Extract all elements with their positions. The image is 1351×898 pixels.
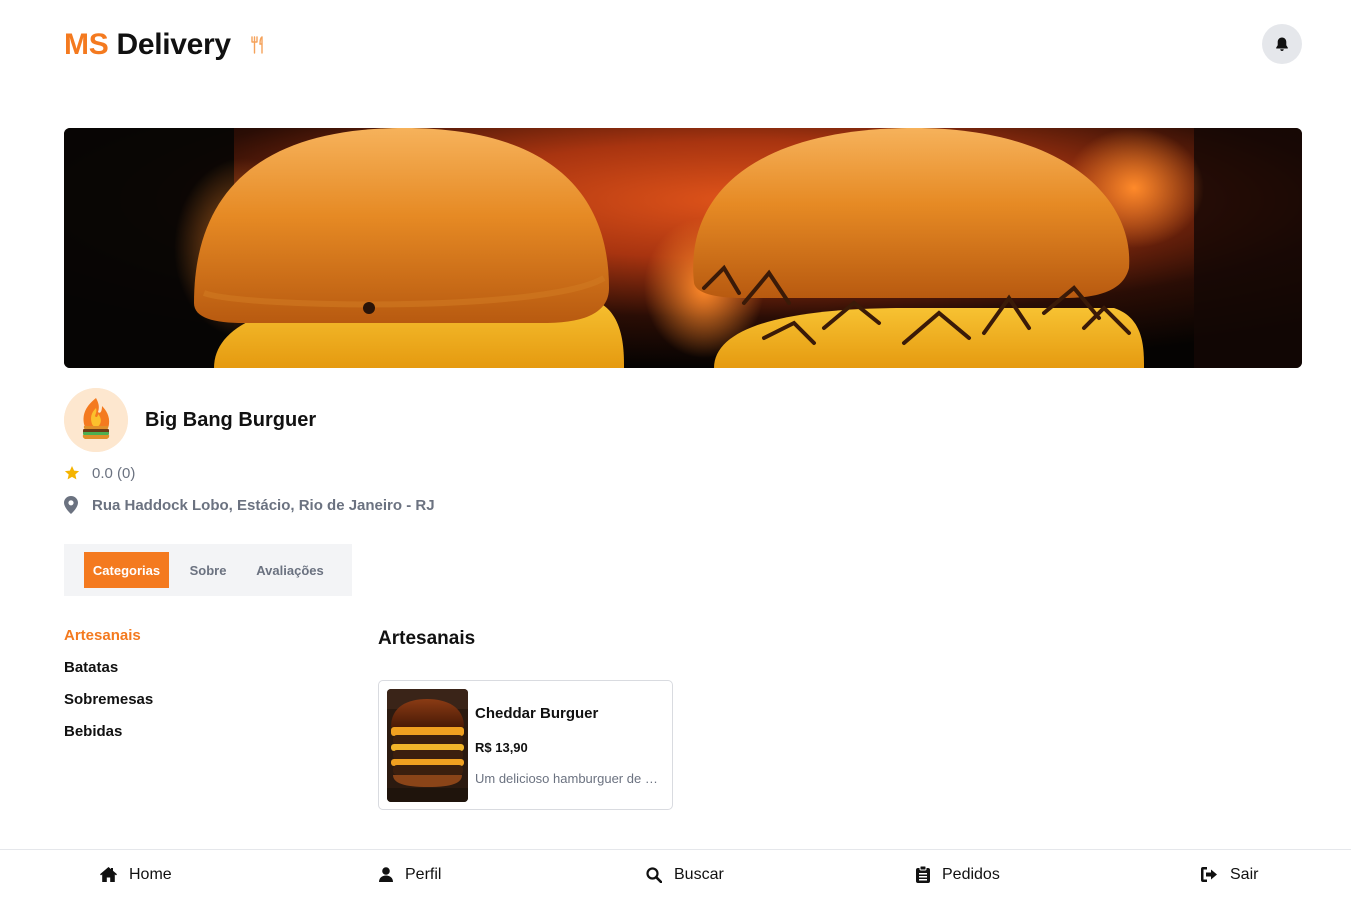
- nav-perfil[interactable]: Perfil: [379, 850, 441, 898]
- bell-icon: [1276, 37, 1288, 51]
- rating-value: 0.0 (0): [92, 464, 136, 482]
- nav-home[interactable]: Home: [100, 850, 172, 898]
- category-list: Artesanais Batatas Sobremesas Bebidas: [64, 627, 153, 755]
- sign-out-icon: [1201, 867, 1217, 882]
- product-price: R$ 13,90: [475, 740, 528, 755]
- brand-logo[interactable]: MS Delivery: [64, 28, 231, 62]
- star-icon: [64, 466, 80, 480]
- user-icon: [379, 867, 393, 882]
- nav-sair[interactable]: Sair: [1201, 850, 1258, 898]
- nav-pedidos[interactable]: Pedidos: [916, 850, 1000, 898]
- tab-avaliacoes[interactable]: Avaliações: [247, 552, 333, 588]
- product-name: Cheddar Burguer: [475, 705, 599, 722]
- section-title: Artesanais: [378, 628, 476, 649]
- app-header: MS Delivery: [64, 24, 1302, 66]
- clipboard-icon: [916, 866, 930, 883]
- map-pin-icon: [64, 496, 78, 514]
- nav-perfil-label: Perfil: [405, 865, 442, 883]
- address-text: Rua Haddock Lobo, Estácio, Rio de Janeir…: [92, 496, 435, 514]
- product-description: Um delicioso hamburguer de carne com che…: [475, 771, 661, 786]
- store-avatar: [64, 388, 128, 452]
- home-icon: [100, 867, 117, 882]
- category-item-artesanais[interactable]: Artesanais: [64, 627, 153, 659]
- nav-home-label: Home: [129, 865, 172, 883]
- nav-sair-label: Sair: [1230, 865, 1259, 883]
- store-name: Big Bang Burguer: [145, 409, 317, 431]
- category-item-batatas[interactable]: Batatas: [64, 659, 153, 691]
- store-banner-image: [64, 128, 1302, 368]
- bottom-navigation: Home Perfil Buscar Pedidos Sair: [0, 849, 1351, 898]
- tab-categorias[interactable]: Categorias: [84, 552, 169, 588]
- nav-buscar[interactable]: Buscar: [646, 850, 724, 898]
- store-address: Rua Haddock Lobo, Estácio, Rio de Janeir…: [64, 495, 435, 515]
- category-item-sobremesas[interactable]: Sobremesas: [64, 691, 153, 723]
- nav-pedidos-label: Pedidos: [942, 865, 1000, 883]
- brand-name: Delivery: [116, 28, 231, 61]
- brand-prefix: MS: [64, 28, 109, 61]
- store-tabs: Categorias Sobre Avaliações: [64, 544, 352, 596]
- tab-sobre[interactable]: Sobre: [179, 552, 237, 588]
- product-image: [387, 689, 468, 802]
- utensils-icon: [251, 36, 263, 54]
- store-rating: 0.0 (0): [64, 463, 135, 483]
- search-icon: [646, 866, 662, 883]
- category-item-bebidas[interactable]: Bebidas: [64, 723, 153, 755]
- notifications-button[interactable]: [1262, 24, 1302, 64]
- nav-buscar-label: Buscar: [674, 865, 724, 883]
- product-card[interactable]: Cheddar Burguer R$ 13,90 Um delicioso ha…: [378, 680, 673, 810]
